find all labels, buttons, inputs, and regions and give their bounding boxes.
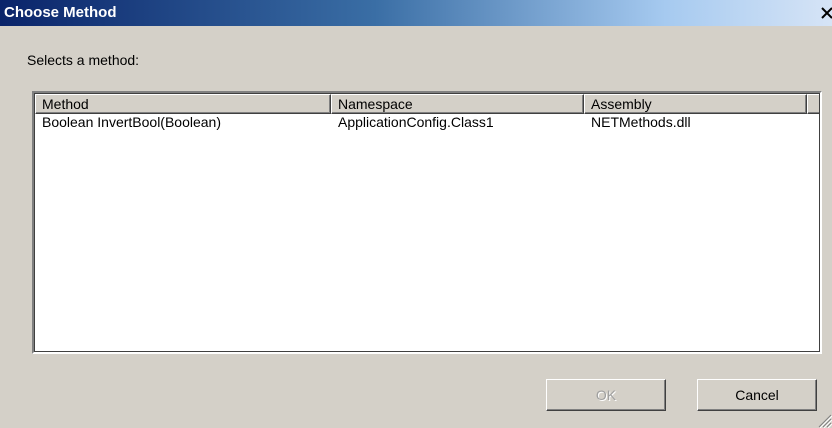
column-header-filler: [807, 94, 819, 114]
method-list[interactable]: Method Namespace Assembly Boolean Invert…: [32, 91, 822, 354]
resize-grip-icon[interactable]: [816, 412, 832, 428]
title-bar[interactable]: Choose Method: [0, 0, 832, 26]
cell-method: Boolean InvertBool(Boolean): [42, 114, 222, 130]
method-list-content: Method Namespace Assembly Boolean Invert…: [35, 94, 819, 351]
close-icon[interactable]: [818, 5, 832, 21]
column-header-method[interactable]: Method: [35, 94, 331, 114]
instruction-label: Selects a method:: [27, 52, 140, 68]
column-header-namespace[interactable]: Namespace: [331, 94, 584, 114]
cell-namespace: ApplicationConfig.Class1: [338, 114, 494, 130]
list-header: Method Namespace Assembly: [35, 94, 819, 114]
window-title: Choose Method: [4, 4, 117, 21]
cell-assembly: NETMethods.dll: [591, 114, 691, 130]
choose-method-dialog: Choose Method Selects a method: Method N…: [0, 0, 832, 428]
cancel-button[interactable]: Cancel: [697, 379, 817, 411]
ok-button[interactable]: OK: [546, 379, 666, 411]
list-row[interactable]: Boolean InvertBool(Boolean) ApplicationC…: [35, 114, 819, 132]
column-header-assembly[interactable]: Assembly: [584, 94, 807, 114]
